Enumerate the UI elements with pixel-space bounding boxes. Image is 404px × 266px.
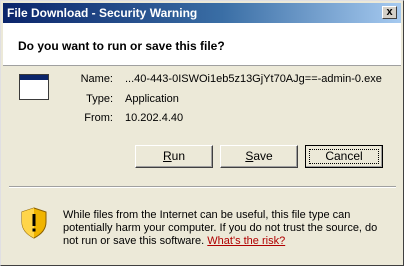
close-button[interactable]: x (382, 6, 397, 19)
warning-message: While files from the Internet can be use… (63, 209, 393, 248)
app-icon-titlebar (20, 75, 48, 80)
name-label: Name: (80, 73, 113, 85)
file-type-value: Application (125, 93, 179, 105)
application-window-icon (19, 74, 49, 100)
focus-rectangle (309, 149, 379, 164)
file-name-value: ...40-443-0ISWOi1eb5z13GjYt70AJg==-admin… (125, 73, 382, 85)
file-download-dialog: File Download - Security Warning x Do yo… (0, 0, 404, 266)
from-label: From: (84, 112, 113, 124)
title-bar[interactable]: File Download - Security Warning x (3, 3, 401, 23)
run-access-key: R (162, 149, 172, 163)
type-label: Type: (86, 93, 113, 105)
run-label-rest: un (171, 149, 186, 163)
dialog-header: Do you want to run or save this file? (3, 23, 401, 66)
security-shield-warning-icon (21, 207, 47, 239)
divider (9, 186, 396, 188)
close-icon: x (386, 6, 393, 18)
window-title: File Download - Security Warning (7, 6, 198, 20)
save-button[interactable]: Save (220, 145, 298, 168)
cancel-button[interactable]: Cancel (305, 145, 383, 168)
save-label-rest: ave (253, 149, 273, 163)
run-button[interactable]: Run (135, 145, 213, 168)
whats-the-risk-link[interactable]: What's the risk? (207, 235, 285, 247)
dialog-question: Do you want to run or save this file? (18, 39, 225, 53)
file-from-value: 10.202.4.40 (125, 112, 184, 124)
